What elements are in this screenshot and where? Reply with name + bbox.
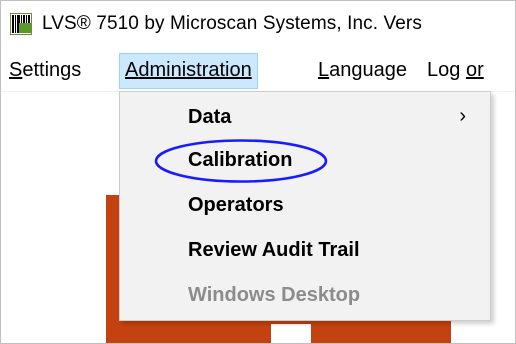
menu-item-review-audit-trail[interactable]: Review Audit Trail bbox=[120, 231, 490, 269]
menu-item-data-label: Data bbox=[188, 106, 232, 128]
menu-log-on-label: r bbox=[477, 59, 484, 81]
menu-item-operators-label: Operators bbox=[188, 194, 284, 216]
menu-log-on-mnemonic: o bbox=[465, 59, 478, 81]
background-panel-notch bbox=[271, 324, 311, 343]
window-title: LVS® 7510 by Microscan Systems, Inc. Ver… bbox=[42, 13, 422, 34]
menu-language-mnemonic: L bbox=[318, 59, 330, 81]
calibration-highlight-circle bbox=[154, 139, 328, 183]
chevron-right-icon: › bbox=[459, 105, 466, 127]
menu-item-data[interactable]: Data › bbox=[120, 98, 490, 136]
application-window: LVS® 7510 by Microscan Systems, Inc. Ver… bbox=[0, 0, 516, 344]
menu-bar: Settings Administration Language Log or bbox=[1, 49, 515, 92]
menu-language[interactable]: Language bbox=[313, 53, 412, 87]
barcode-app-icon bbox=[10, 13, 32, 35]
menu-log-on[interactable]: Log or bbox=[422, 53, 489, 87]
menu-settings-label: ettings bbox=[22, 59, 82, 81]
menu-administration-mnemonic: A bbox=[125, 59, 139, 81]
menu-item-windows-desktop-label: Windows Desktop bbox=[188, 284, 361, 306]
administration-dropdown-menu: Data › Calibration Operators Review Audi… bbox=[119, 91, 491, 321]
menu-log-on-prefix: Log bbox=[427, 59, 466, 81]
menu-settings-mnemonic: S bbox=[9, 59, 23, 81]
menu-item-operators[interactable]: Operators bbox=[120, 186, 490, 224]
title-bar: LVS® 7510 by Microscan Systems, Inc. Ver… bbox=[1, 1, 515, 47]
menu-settings[interactable]: Settings bbox=[4, 53, 86, 87]
menu-administration[interactable]: Administration bbox=[119, 53, 258, 89]
menu-administration-label: dministration bbox=[138, 59, 252, 81]
menu-item-review-audit-trail-label: Review Audit Trail bbox=[188, 239, 360, 261]
menu-language-label: anguage bbox=[329, 59, 407, 81]
menu-item-windows-desktop: Windows Desktop bbox=[120, 276, 490, 314]
